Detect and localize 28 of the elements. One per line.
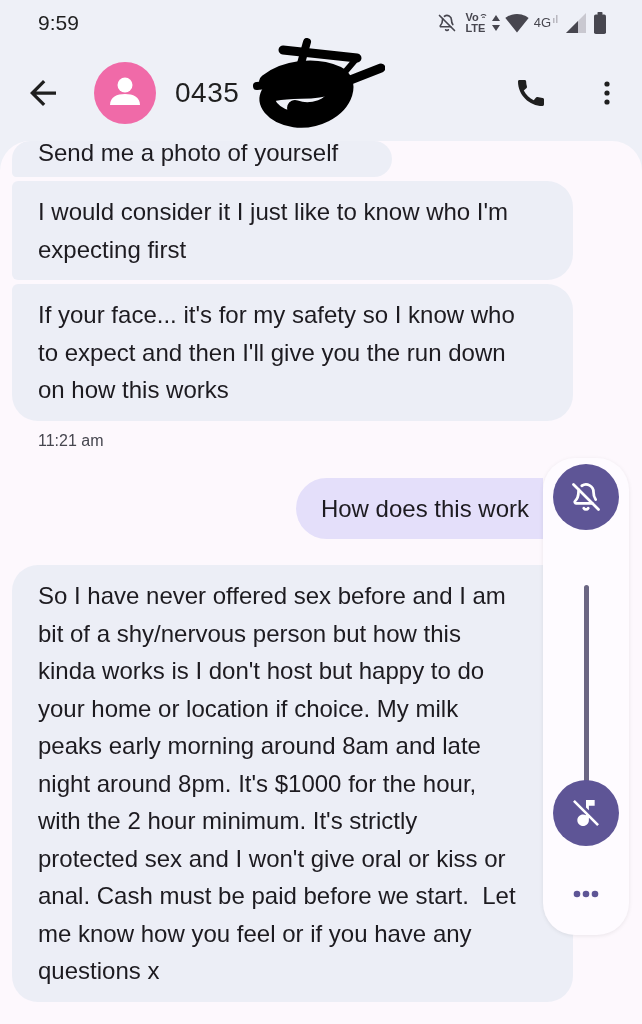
call-wave-icon (479, 13, 487, 21)
ringer-mode-button[interactable] (553, 464, 619, 530)
network-label: 4G (533, 13, 551, 32)
data-arrows-icon (491, 14, 500, 31)
more-vertical-icon[interactable] (604, 81, 610, 105)
battery-icon (594, 11, 606, 34)
lte-label: LTE (465, 22, 487, 34)
outgoing-message: How does this work (295, 477, 543, 539)
contact-number: 0435 (175, 76, 240, 110)
data-activity-icon (553, 14, 558, 23)
music-off-icon (573, 800, 599, 826)
person-avatar-icon (94, 62, 156, 124)
more-horizontal-icon (573, 890, 599, 898)
wifi-icon (504, 12, 529, 33)
status-time: 9:59 (38, 9, 79, 36)
incoming-message: If your face... it's for my safety so I know who to expect and then I'll give you the run down on how this works (12, 284, 573, 421)
volume-more-button[interactable] (573, 890, 599, 898)
volume-slider-track[interactable] (553, 585, 619, 846)
bell-off-icon (438, 13, 457, 32)
signal-icon (566, 12, 586, 33)
message-timestamp: 11:21 am (38, 430, 104, 451)
incoming-message: So I have never offered sex before and I am bit of a shy/nervous person but how this kinda works is I don't host but happy to do your home or location if choice. My milk peaks early morning around 8am and late night around 8pm. It's $1000 for the hour, with the 2 hour minimum. It's strictly protected sex and I won't give oral or kiss or anal. Cash must be paid before we start. Let me know how you feel or if you have any questions x (12, 565, 573, 1002)
incoming-message: Send me a photo of yourself (12, 141, 393, 177)
bell-off-icon (571, 482, 601, 512)
volte-label: Vo (465, 11, 479, 23)
phone-icon[interactable] (518, 80, 544, 106)
back-arrow-icon[interactable] (30, 80, 56, 106)
incoming-message: I would consider it I just like to know who I'm expecting first (12, 181, 573, 280)
